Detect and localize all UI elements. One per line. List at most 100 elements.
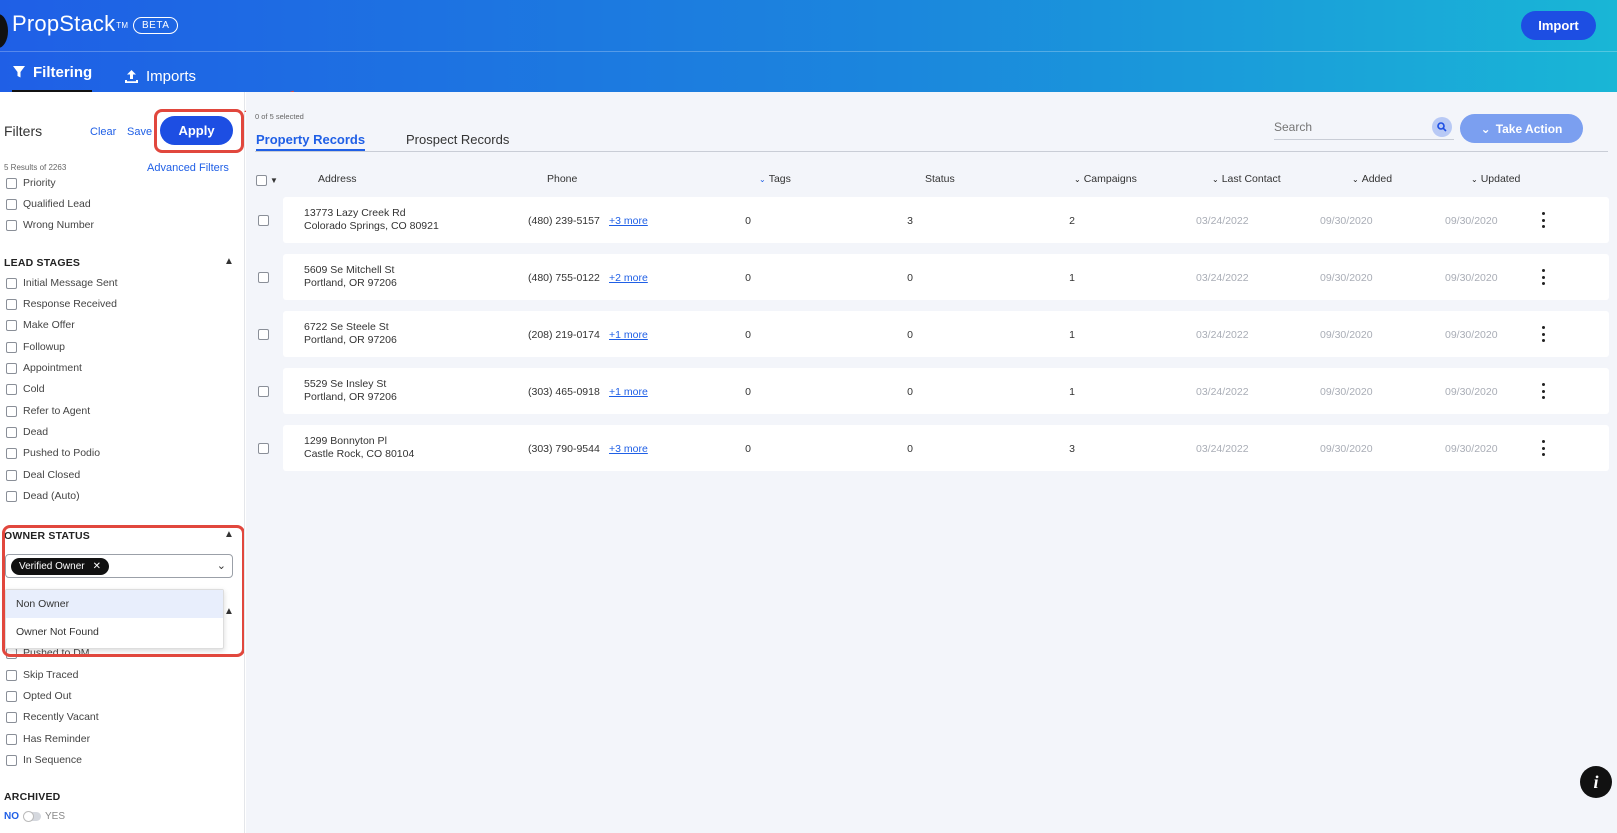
checkbox[interactable] [6,447,17,459]
filter-option-label: Deal Closed [23,469,81,481]
checkbox[interactable] [6,341,17,353]
filter-option-skip-traced[interactable]: Skip Traced [6,669,78,681]
filter-option-label: Appointment [23,362,82,374]
lead-stage-option[interactable]: Followup [6,341,65,353]
column-header-last-contact[interactable]: ⌄ Last Contact [1212,173,1281,185]
tab-filtering[interactable]: Filtering [12,60,93,92]
lead-stage-option[interactable]: Response Received [6,298,117,310]
column-header-phone[interactable]: Phone [547,173,577,185]
filter-option-priority[interactable]: Priority [6,177,56,189]
more-vertical-icon[interactable] [1538,324,1548,344]
row-checkbox[interactable] [258,386,269,397]
filter-option-label: Cold [23,383,45,395]
search-field[interactable] [1274,116,1454,140]
checkbox[interactable] [256,175,267,186]
more-phones-link[interactable]: +3 more [609,443,648,455]
save-filters-link[interactable]: Save [127,126,152,138]
checkbox[interactable] [6,405,17,417]
checkbox[interactable] [6,319,17,331]
row-checkbox[interactable] [258,272,269,283]
info-icon[interactable]: i [1580,766,1612,798]
filter-option-opted-out[interactable]: Opted Out [6,690,71,702]
lead-stage-option[interactable]: Deal Closed [6,469,80,481]
advanced-filters-link[interactable]: Advanced Filters [147,162,229,174]
checkbox[interactable] [6,733,17,745]
phone-cell: (303) 465-0918 [528,386,600,398]
checkbox[interactable] [6,362,17,374]
filter-option-in-sequence[interactable]: In Sequence [6,754,82,766]
tab-prospect-records[interactable]: Prospect Records [406,132,509,147]
column-header-label: Status [925,173,955,185]
take-action-label: Take Action [1495,121,1563,136]
filter-option-recently-vacant[interactable]: Recently Vacant [6,711,99,723]
filter-option-wrong-number[interactable]: Wrong Number [6,219,94,231]
filter-option-has-reminder[interactable]: Has Reminder [6,733,90,745]
take-action-button[interactable]: ⌄ Take Action [1460,114,1583,143]
checkbox[interactable] [6,426,17,438]
table-row[interactable]: 5609 Se Mitchell St Portland, OR 97206 (4… [258,254,1609,300]
row-checkbox[interactable] [258,443,269,454]
checkbox[interactable] [6,383,17,395]
select-all-checkbox[interactable]: ▼ [256,175,278,186]
filter-option-label: Has Reminder [23,733,91,745]
checkbox[interactable] [6,711,17,723]
checkbox[interactable] [6,177,17,189]
checkbox[interactable] [6,754,17,766]
added-cell: 09/30/2020 [1320,386,1373,398]
more-phones-link[interactable]: +2 more [609,272,648,284]
street: 1299 Bonnyton Pl [304,435,387,447]
brand-logo[interactable]: PropStackTM [12,11,128,37]
checkbox[interactable] [6,219,17,231]
lead-stage-option[interactable]: Initial Message Sent [6,277,118,289]
search-icon[interactable] [1432,117,1452,137]
column-header-address[interactable]: Address [318,173,357,185]
row-checkbox[interactable] [258,329,269,340]
checkbox[interactable] [6,298,17,310]
table-row[interactable]: 13773 Lazy Creek Rd Colorado Springs, CO … [258,197,1609,243]
checkbox[interactable] [6,198,17,210]
table-row[interactable]: 6722 Se Steele St Portland, OR 97206 (208… [258,311,1609,357]
column-header-status[interactable]: Status [925,173,955,185]
clear-filters-link[interactable]: Clear [90,126,116,138]
chevron-up-icon[interactable]: ▲ [224,256,234,267]
filter-sidebar: Filters Clear Save Apply 5 Results of 22… [0,92,245,833]
lead-stage-option[interactable]: Make Offer [6,319,75,331]
table-row[interactable]: 5529 Se Insley St Portland, OR 97206 (303… [258,368,1609,414]
more-vertical-icon[interactable] [1538,267,1548,287]
lead-stage-option[interactable]: Appointment [6,362,82,374]
column-header-tags[interactable]: ⌄ Tags [759,173,791,185]
checkbox[interactable] [6,690,17,702]
checkbox[interactable] [6,277,17,289]
more-vertical-icon[interactable] [1538,438,1548,458]
lead-stage-option[interactable]: Dead (Auto) [6,490,80,502]
checkbox[interactable] [6,490,17,502]
tab-property-records[interactable]: Property Records [256,132,366,151]
more-phones-link[interactable]: +1 more [609,329,648,341]
archived-toggle[interactable] [23,811,41,822]
filter-icon [13,66,25,78]
more-vertical-icon[interactable] [1538,381,1548,401]
more-phones-link[interactable]: +3 more [609,215,648,227]
column-header-added[interactable]: ⌄ Added [1352,173,1392,185]
checkbox[interactable] [6,469,17,481]
lead-stage-option[interactable]: Refer to Agent [6,405,90,417]
tab-imports[interactable]: Imports [124,60,196,92]
lead-stage-option[interactable]: Pushed to Podio [6,447,100,459]
row-checkbox[interactable] [258,215,269,226]
lead-stage-option[interactable]: Cold [6,383,45,395]
more-phones-link[interactable]: +1 more [609,386,648,398]
lead-stage-option[interactable]: Dead [6,426,48,438]
import-button[interactable]: Import [1521,11,1596,40]
more-vertical-icon[interactable] [1538,210,1548,230]
table-row[interactable]: 1299 Bonnyton Pl Castle Rock, CO 80104 (3… [258,425,1609,471]
search-input[interactable] [1274,116,1424,138]
upload-icon [125,69,138,83]
filter-option-qualified-lead[interactable]: Qualified Lead [6,198,91,210]
column-header-updated[interactable]: ⌄ Updated [1471,173,1520,185]
column-header-campaigns[interactable]: ⌄ Campaigns [1074,173,1137,185]
sort-chevron-icon: ⌄ [1352,174,1359,184]
checkbox[interactable] [6,669,17,681]
chevron-down-icon[interactable]: ▼ [270,176,278,185]
filter-option-label: Dead [23,426,49,438]
city: Castle Rock, CO 80104 [304,448,415,460]
